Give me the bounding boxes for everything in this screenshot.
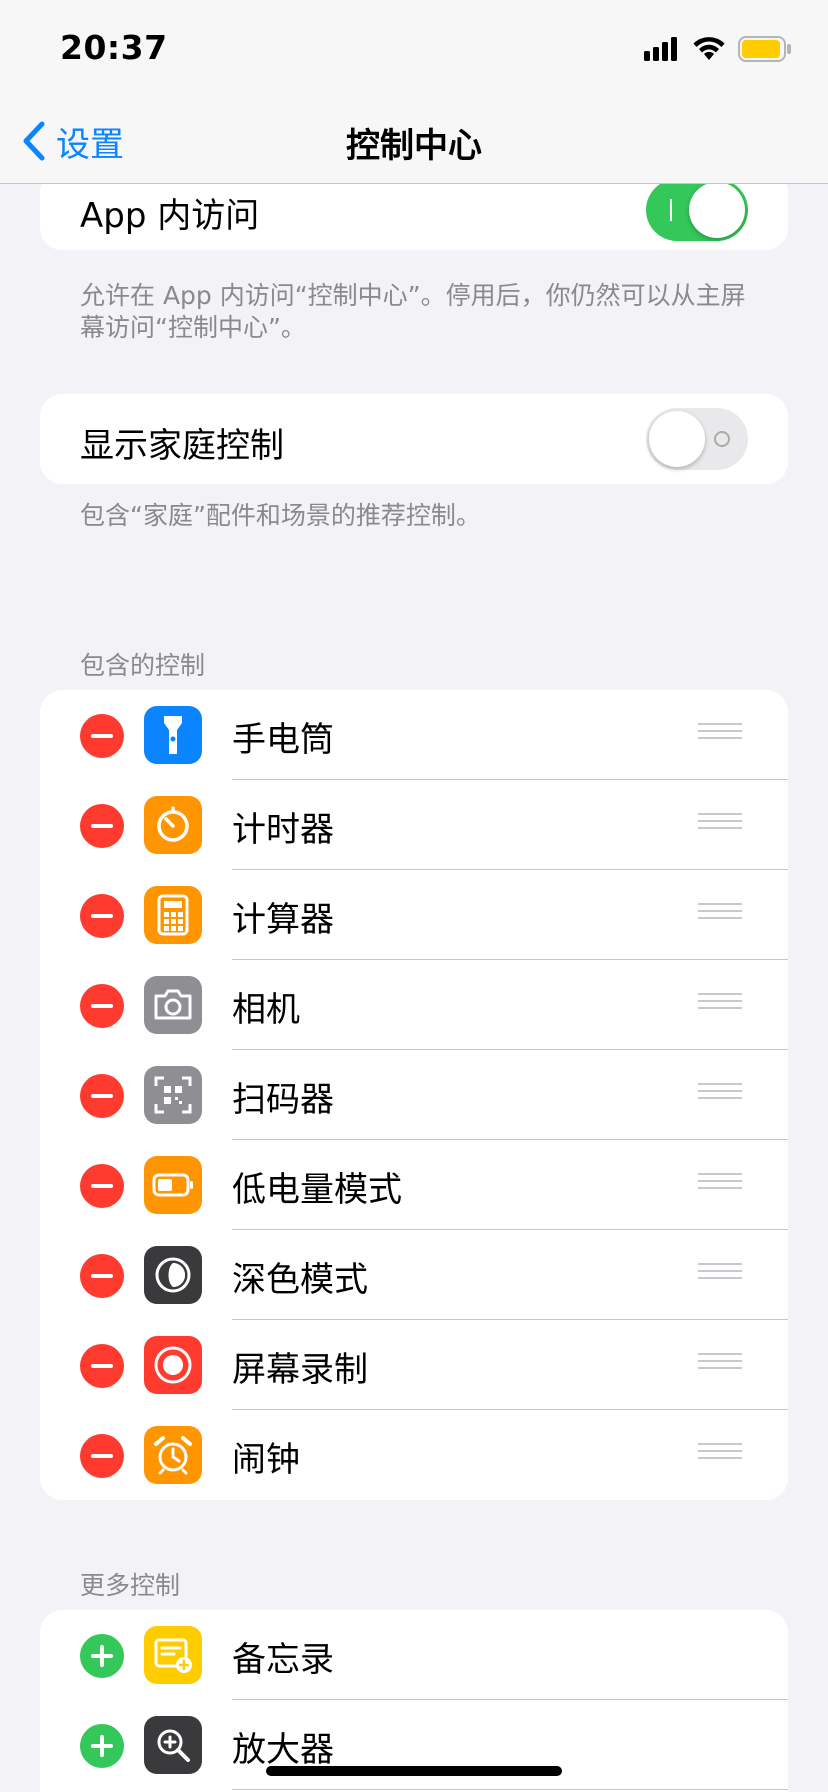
remove-button[interactable] [80, 1434, 124, 1478]
remove-button[interactable] [80, 804, 124, 848]
reorder-handle-icon[interactable] [698, 1173, 742, 1197]
cellular-signal-icon [644, 37, 677, 61]
reorder-handle-icon[interactable] [698, 1353, 742, 1377]
notes-icon [144, 1626, 202, 1684]
list-item-label: 计时器 [232, 810, 334, 850]
home-controls-group: 显示家庭控制 [40, 394, 788, 484]
list-item-label: 计算器 [232, 900, 334, 940]
list-item-timer: 计时器 [40, 780, 788, 870]
list-item-flashlight: 手电筒 [40, 690, 788, 780]
more-controls-header: 更多控制 [80, 1571, 181, 1600]
battery-icon [144, 1156, 202, 1214]
reorder-handle-icon[interactable] [698, 813, 742, 837]
status-icons [644, 32, 792, 66]
app-access-group: App 内访问 [40, 184, 788, 250]
list-item-label: 备忘录 [232, 1640, 334, 1680]
add-button[interactable] [80, 1634, 124, 1678]
page-title: 控制中心 [346, 126, 482, 166]
toggle-on-mark [670, 199, 672, 221]
app-access-toggle[interactable] [646, 184, 748, 241]
home-controls-label: 显示家庭控制 [80, 426, 284, 466]
settings-content[interactable]: App 内访问 允许在 App 内访问“控制中心”。停用后，你仍然可以从主屏幕访… [0, 184, 828, 1792]
app-access-label: App 内访问 [80, 196, 260, 236]
list-item-qr-scanner: 扫码器 [40, 1050, 788, 1140]
remove-button[interactable] [80, 714, 124, 758]
alarm-icon [144, 1426, 202, 1484]
list-item-label: 放大器 [232, 1730, 334, 1770]
status-bar: 20:37 [0, 0, 828, 98]
magnifier-icon [144, 1716, 202, 1774]
timer-icon [144, 796, 202, 854]
app-access-footnote: 允许在 App 内访问“控制中心”。停用后，你仍然可以从主屏幕访问“控制中心”。 [80, 281, 746, 342]
status-time: 20:37 [60, 28, 168, 67]
home-controls-footnote: 包含“家庭”配件和场景的推荐控制。 [80, 501, 481, 530]
list-item-label: 扫码器 [232, 1080, 334, 1120]
home-controls-toggle[interactable] [646, 408, 748, 470]
reorder-handle-icon[interactable] [698, 1443, 742, 1467]
included-controls-header: 包含的控制 [80, 651, 206, 680]
qr-code-icon [144, 1066, 202, 1124]
nav-bar: 设置 控制中心 [0, 98, 828, 184]
list-item-dark-mode: 深色模式 [40, 1230, 788, 1320]
list-item-label: 屏幕录制 [232, 1350, 368, 1390]
wifi-icon [693, 37, 725, 60]
reorder-handle-icon[interactable] [698, 903, 742, 927]
calculator-icon [144, 886, 202, 944]
dark-mode-icon [144, 1246, 202, 1304]
remove-button[interactable] [80, 984, 124, 1028]
list-item-magnifier: 放大器 [40, 1700, 788, 1790]
included-controls-list: 手电筒 计时器 计算器 相机 扫码器 低电量模式 深色模式 屏幕录制 闹钟 [40, 690, 788, 1500]
screen-record-icon [144, 1336, 202, 1394]
remove-button[interactable] [80, 1344, 124, 1388]
battery-status-icon [738, 36, 791, 62]
toggle-knob [689, 184, 745, 238]
remove-button[interactable] [80, 1074, 124, 1118]
home-indicator[interactable] [266, 1766, 562, 1776]
remove-button[interactable] [80, 894, 124, 938]
list-item-calculator: 计算器 [40, 870, 788, 960]
list-item-label: 闹钟 [232, 1440, 300, 1480]
toggle-off-mark [714, 431, 730, 447]
reorder-handle-icon[interactable] [698, 1263, 742, 1287]
reorder-handle-icon[interactable] [698, 1083, 742, 1107]
list-item-label: 深色模式 [232, 1260, 368, 1300]
reorder-handle-icon[interactable] [698, 723, 742, 747]
camera-icon [144, 976, 202, 1034]
remove-button[interactable] [80, 1254, 124, 1298]
toggle-knob [649, 411, 705, 467]
list-item-camera: 相机 [40, 960, 788, 1050]
add-button[interactable] [80, 1724, 124, 1768]
remove-button[interactable] [80, 1164, 124, 1208]
flashlight-icon [144, 706, 202, 764]
list-item-label: 相机 [232, 990, 300, 1030]
reorder-handle-icon[interactable] [698, 993, 742, 1017]
list-item-screen-recording: 屏幕录制 [40, 1320, 788, 1410]
list-item-label: 低电量模式 [232, 1170, 402, 1210]
list-item-alarm: 闹钟 [40, 1410, 788, 1500]
list-item-notes: 备忘录 [40, 1610, 788, 1700]
more-controls-list: 备忘录 放大器 [40, 1610, 788, 1792]
list-item-low-power: 低电量模式 [40, 1140, 788, 1230]
list-item-label: 手电筒 [232, 720, 334, 760]
